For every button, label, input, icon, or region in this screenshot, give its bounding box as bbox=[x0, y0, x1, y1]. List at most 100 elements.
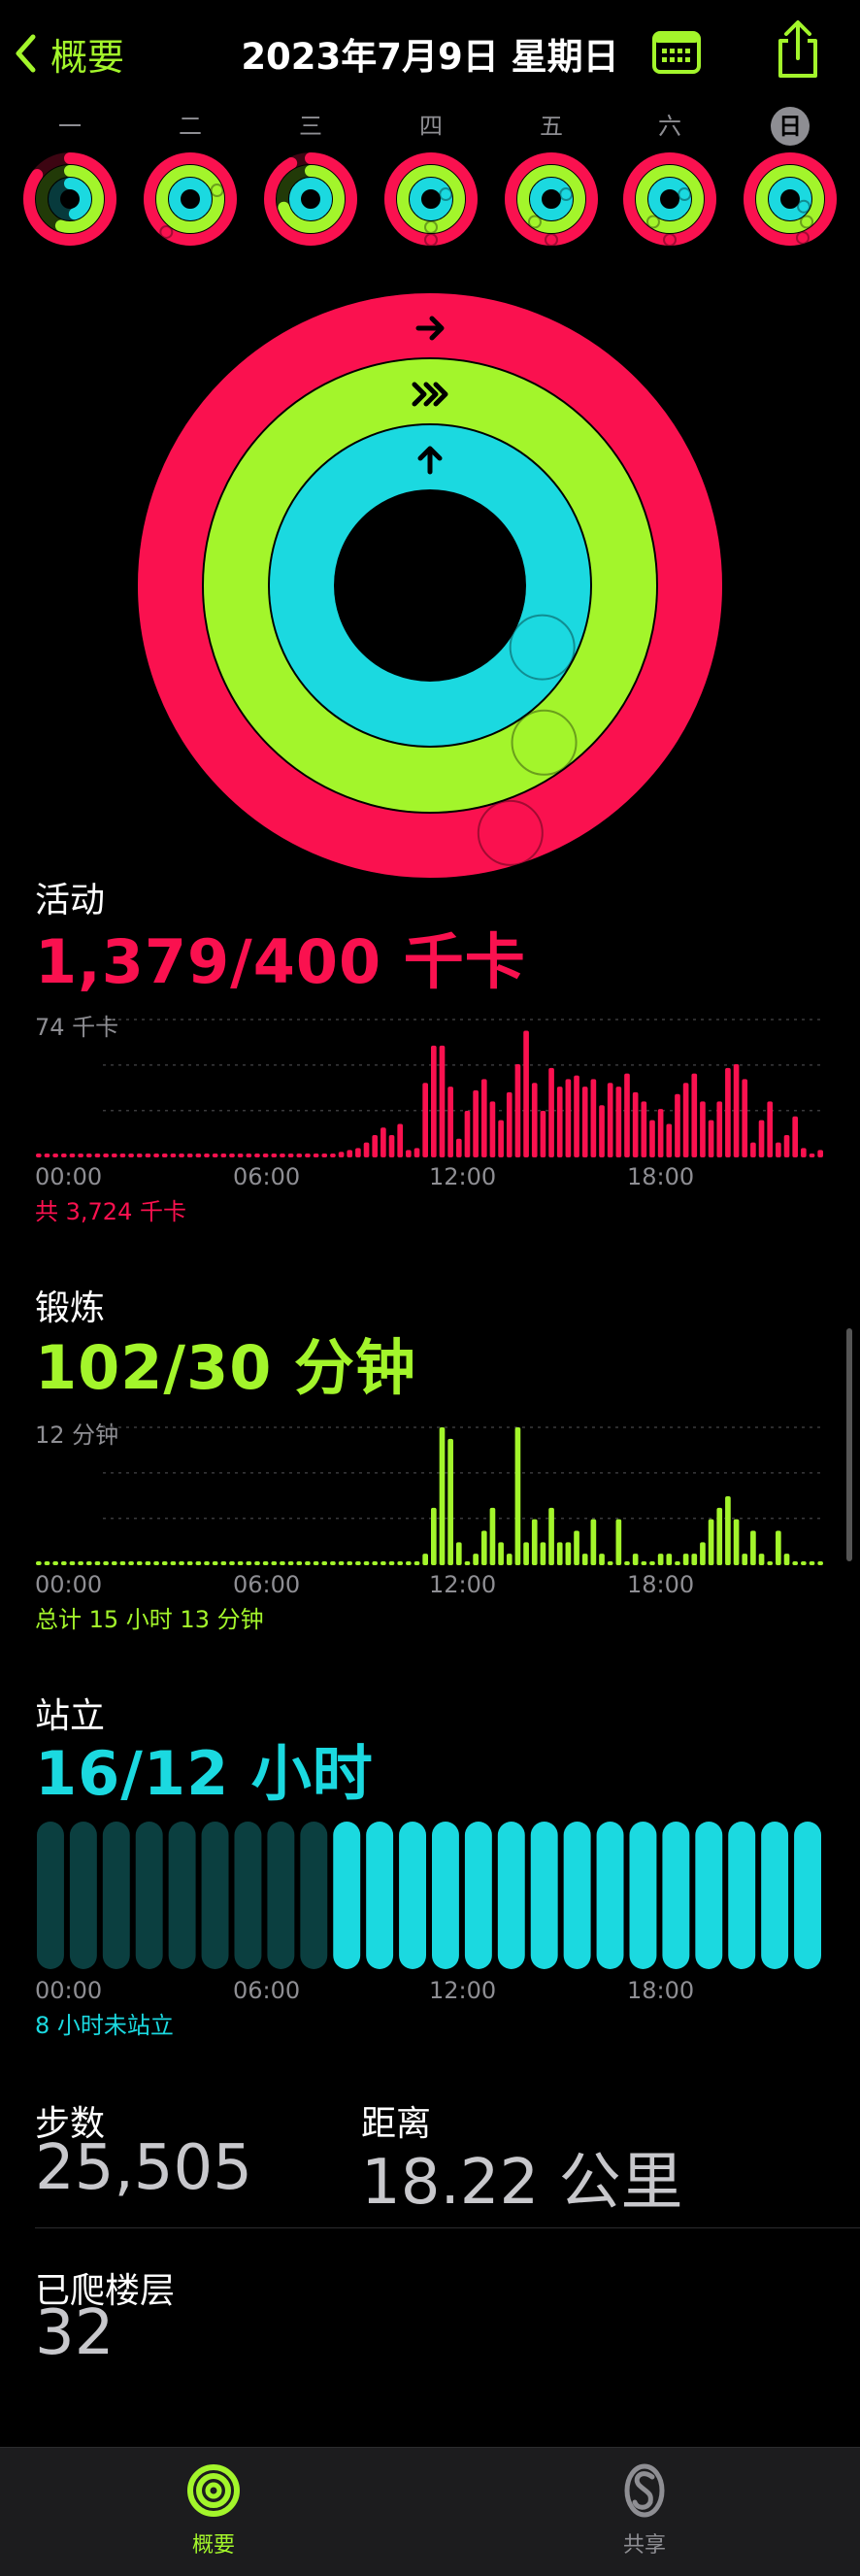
weekday-rings-1[interactable] bbox=[143, 151, 238, 247]
chart-bar bbox=[783, 1134, 790, 1157]
chart-bar bbox=[675, 1561, 680, 1565]
stand-hour-bar bbox=[234, 1822, 262, 1969]
chart-bar bbox=[682, 1083, 689, 1157]
chart-bar bbox=[153, 1154, 159, 1157]
time-axis-tick: 18:00 bbox=[627, 1977, 695, 2004]
chart-bar bbox=[85, 1154, 92, 1157]
chart-bar bbox=[69, 1561, 76, 1565]
chart-bar bbox=[574, 1075, 579, 1157]
chart-bar bbox=[455, 1542, 462, 1565]
chart-bar bbox=[363, 1561, 370, 1565]
chart-bar bbox=[128, 1561, 134, 1565]
share-button[interactable] bbox=[775, 19, 821, 80]
weekday-label-1[interactable]: 二 bbox=[171, 107, 210, 146]
chart-bar bbox=[406, 1150, 412, 1157]
tab-summary[interactable]: 概要 bbox=[146, 2463, 281, 2559]
stand-ring bbox=[169, 178, 212, 220]
tab-bar: 概要 共享 bbox=[0, 2447, 860, 2576]
chart-bar bbox=[254, 1154, 260, 1157]
calendar-button[interactable] bbox=[652, 29, 701, 76]
chart-bar bbox=[801, 1561, 807, 1565]
chart-bar bbox=[271, 1561, 278, 1565]
stand-hour-bar bbox=[662, 1822, 690, 1969]
chart-bar bbox=[52, 1154, 58, 1157]
chart-bar bbox=[750, 1142, 756, 1157]
chart-bar bbox=[161, 1154, 168, 1157]
chart-bar bbox=[397, 1561, 404, 1565]
chart-bar bbox=[498, 1542, 504, 1565]
weekday-label-2[interactable]: 三 bbox=[291, 107, 330, 146]
chart-bar bbox=[161, 1561, 168, 1565]
activity-rings-icon bbox=[187, 2464, 240, 2517]
chart-bar bbox=[742, 1079, 748, 1157]
chart-bar bbox=[489, 1101, 496, 1157]
chart-bar bbox=[792, 1561, 799, 1565]
weekday-rings-4[interactable] bbox=[504, 151, 599, 247]
chart-bar bbox=[783, 1554, 790, 1565]
chart-bar bbox=[767, 1561, 774, 1565]
chart-bar bbox=[355, 1561, 361, 1565]
chart-bar bbox=[305, 1561, 311, 1565]
chart-bar bbox=[280, 1154, 285, 1157]
chart-bar bbox=[607, 1561, 613, 1565]
weekday-rings-6[interactable] bbox=[743, 151, 838, 247]
chart-bar bbox=[641, 1561, 647, 1565]
chart-bar bbox=[36, 1561, 42, 1565]
chart-bar bbox=[195, 1154, 202, 1157]
chart-bar bbox=[204, 1561, 210, 1565]
chart-bar bbox=[455, 1138, 462, 1157]
chart-bar bbox=[220, 1561, 227, 1565]
chart-bar bbox=[590, 1519, 597, 1565]
weekday-label-5[interactable]: 六 bbox=[650, 107, 689, 146]
chart-bar bbox=[506, 1554, 513, 1565]
chart-bar bbox=[489, 1507, 496, 1565]
chart-bar bbox=[506, 1091, 513, 1157]
tab-sharing[interactable]: 共享 bbox=[577, 2463, 712, 2559]
chart-bar bbox=[246, 1154, 252, 1157]
weekday-rings-2[interactable] bbox=[263, 151, 358, 247]
chart-bar bbox=[700, 1542, 706, 1565]
chart-bar bbox=[119, 1154, 126, 1157]
exercise-value: 102/30 分钟 bbox=[35, 1332, 416, 1403]
weekday-rings-0[interactable] bbox=[22, 151, 117, 247]
chart-bar bbox=[388, 1561, 395, 1565]
stand-hour-bar bbox=[794, 1822, 821, 1969]
weekday-label-0[interactable]: 一 bbox=[50, 107, 89, 146]
chart-bar bbox=[809, 1154, 815, 1157]
stand-hour-bar bbox=[333, 1822, 361, 1969]
chart-bar bbox=[464, 1561, 471, 1565]
chart-bar bbox=[363, 1142, 370, 1157]
stand-hour-bar bbox=[695, 1822, 723, 1969]
weekday-label-6[interactable]: 日 bbox=[771, 107, 810, 146]
calendar-icon bbox=[652, 31, 701, 74]
stand-ring bbox=[769, 178, 811, 220]
chart-bar bbox=[666, 1123, 673, 1157]
chart-bar bbox=[624, 1561, 630, 1565]
time-axis-tick: 18:00 bbox=[627, 1571, 695, 1598]
chart-bar bbox=[212, 1154, 218, 1157]
weekday-rings-3[interactable] bbox=[383, 151, 479, 247]
chart-bar bbox=[413, 1561, 420, 1565]
weekday-rings-5[interactable] bbox=[622, 151, 717, 247]
scroll-indicator[interactable] bbox=[846, 1328, 852, 1561]
chart-bar bbox=[145, 1154, 151, 1157]
chart-bar bbox=[480, 1530, 487, 1565]
weekday-label-3[interactable]: 四 bbox=[412, 107, 450, 146]
chart-bar bbox=[128, 1154, 134, 1157]
chart-bar bbox=[111, 1561, 117, 1565]
stand-hour-bar bbox=[761, 1822, 789, 1969]
chart-bar bbox=[119, 1561, 126, 1565]
stand-hour-bar bbox=[728, 1822, 756, 1969]
chart-bar bbox=[801, 1148, 807, 1157]
back-button[interactable]: 概要 bbox=[14, 19, 124, 87]
stand-hour-bar bbox=[37, 1822, 64, 1969]
chart-bar bbox=[574, 1530, 579, 1565]
chart-bar bbox=[262, 1561, 269, 1565]
chart-bar bbox=[447, 1087, 453, 1157]
chart-bar bbox=[548, 1067, 554, 1157]
chart-bar bbox=[682, 1554, 689, 1565]
stand-hour-bar bbox=[497, 1822, 525, 1969]
chart-bar bbox=[464, 1111, 471, 1157]
chart-bar bbox=[246, 1561, 252, 1565]
weekday-label-4[interactable]: 五 bbox=[532, 107, 571, 146]
